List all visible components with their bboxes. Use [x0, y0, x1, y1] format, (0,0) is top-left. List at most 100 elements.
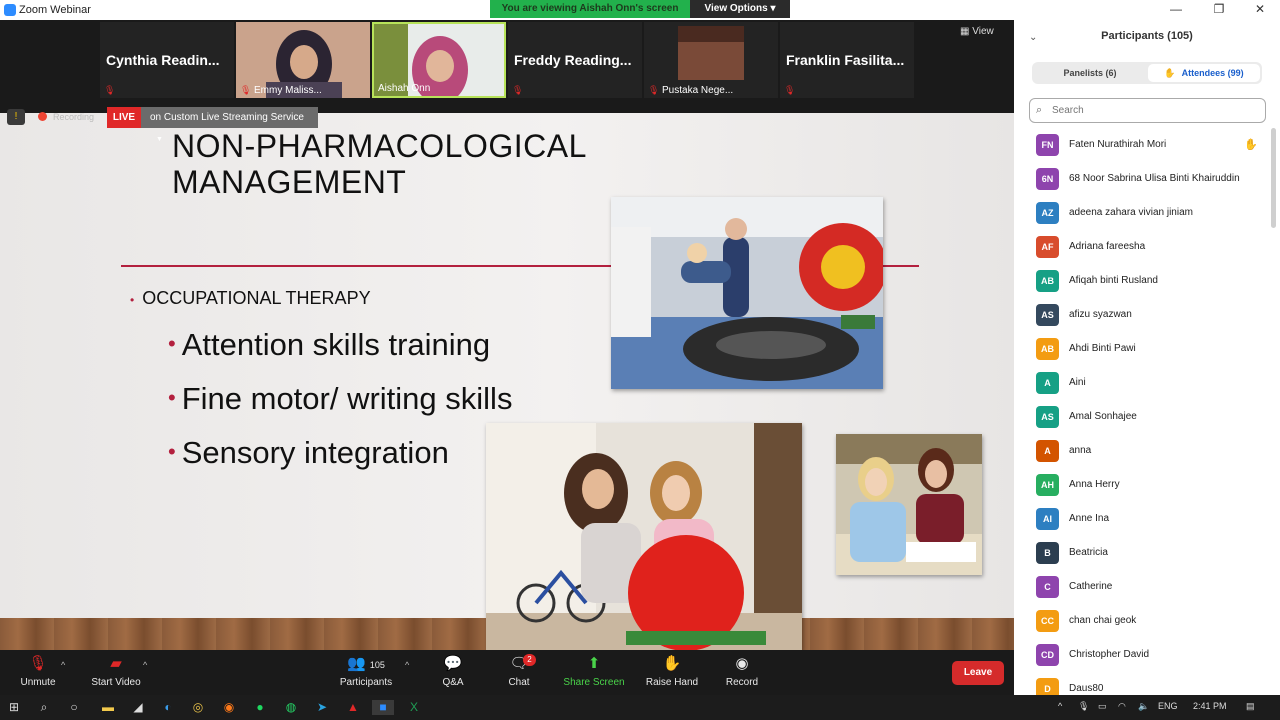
app-icon[interactable]: ◢	[130, 700, 146, 715]
share-screen-button[interactable]: ⬆ Share Screen	[562, 655, 626, 688]
video-tile[interactable]: Franklin Fasilita... 🎙	[780, 22, 914, 98]
qa-button[interactable]: 💬 Q&A	[436, 655, 470, 688]
start-video-label: Start Video	[91, 677, 141, 688]
participant-name: afizu syazwan	[1069, 309, 1132, 320]
participants-panel-title: Participants (105)	[1101, 30, 1193, 42]
participant-row[interactable]: AS afizu syazwan	[1014, 298, 1269, 332]
participant-row[interactable]: AB Afiqah binti Rusland	[1014, 264, 1269, 298]
window-title: Zoom Webinar	[19, 4, 91, 16]
unmute-button[interactable]: 🎙 Unmute	[18, 655, 58, 688]
search-input[interactable]	[1052, 102, 1257, 119]
video-tile[interactable]: Emmy Maliss... 🎙	[236, 22, 370, 98]
participant-row[interactable]: FN Faten Nurathirah Mori ✋	[1014, 128, 1269, 162]
chrome-browser-icon[interactable]: ◎	[190, 700, 206, 715]
therapy-gym-photo	[611, 197, 883, 389]
start-video-button[interactable]: ▰ Start Video	[88, 655, 144, 688]
participant-row[interactable]: AF Adriana fareesha	[1014, 230, 1269, 264]
participant-row[interactable]: AI Anne Ina	[1014, 502, 1269, 536]
audio-options-caret-icon[interactable]: ^	[61, 660, 65, 670]
participant-row[interactable]: A Aini	[1014, 366, 1269, 400]
whatsapp-icon[interactable]: ◍	[283, 700, 299, 715]
avatar: A	[1036, 372, 1059, 394]
excel-icon[interactable]: X	[406, 700, 422, 715]
view-label: View	[972, 26, 994, 37]
language-indicator[interactable]: ENG	[1158, 701, 1178, 711]
participant-name: Amal Sonhajee	[1069, 411, 1137, 422]
participant-name: anna	[1069, 445, 1092, 456]
live-streaming-dropdown[interactable]: on Custom Live Streaming Service ▼	[141, 107, 318, 143]
bullet-icon: •	[168, 331, 176, 356]
raised-hand-icon: ✋	[1244, 139, 1258, 151]
avatar: 6N	[1036, 168, 1059, 190]
recording-bar: ! Recording LIVE on Custom Live Streamin…	[0, 107, 330, 143]
view-button[interactable]: ▦ View	[960, 26, 994, 37]
share-screen-label: Share Screen	[563, 677, 625, 688]
slide-subbullet: • Sensory integration	[168, 435, 449, 471]
chat-unread-badge: 2	[523, 654, 536, 666]
participant-row[interactable]: C Catherine	[1014, 570, 1269, 604]
qa-icon: 💬	[443, 655, 463, 672]
slide-bullet: • OCCUPATIONAL THERAPY	[130, 288, 371, 309]
video-tile-active-speaker[interactable]: Aishah Onn	[372, 22, 506, 98]
acrobat-icon[interactable]: ▲	[345, 700, 361, 715]
zoom-taskbar-icon[interactable]: ■	[372, 700, 394, 715]
video-tile[interactable]: Cynthia Readin... 🎙	[100, 22, 234, 98]
notifications-icon[interactable]: ▤	[1246, 701, 1255, 712]
telegram-icon[interactable]: ➤	[314, 700, 330, 715]
video-tile[interactable]: Freddy Reading... 🎙	[508, 22, 642, 98]
participant-row[interactable]: CC chan chai geok	[1014, 604, 1269, 638]
muted-mic-icon: 🎙	[512, 85, 524, 95]
participant-list-scrollbar[interactable]	[1271, 128, 1276, 228]
record-label: Record	[725, 677, 759, 688]
show-hidden-icons-icon[interactable]: ^	[1058, 701, 1062, 711]
leave-button[interactable]: Leave	[952, 661, 1004, 685]
network-icon[interactable]: ◠	[1118, 701, 1126, 712]
participant-row[interactable]: D Daus80	[1014, 672, 1269, 695]
slide-subbullet: • Fine motor/ writing skills	[168, 381, 512, 417]
view-options-button[interactable]: View Options ▾	[690, 0, 790, 18]
record-button[interactable]: ◉ Record	[722, 655, 762, 688]
participant-row[interactable]: AB Ahdi Binti Pawi	[1014, 332, 1269, 366]
tab-attendees[interactable]: ✋ Attendees (99)	[1148, 64, 1260, 82]
participants-button[interactable]: 👥 105 Participants	[335, 655, 397, 688]
restore-icon[interactable]: ❐	[1209, 2, 1229, 16]
tab-panelists[interactable]: Panelists (6)	[1034, 64, 1146, 82]
participant-row[interactable]: CD Christopher David	[1014, 638, 1269, 672]
close-icon[interactable]: ✕	[1250, 2, 1270, 16]
task-view-icon[interactable]: ○	[66, 700, 82, 715]
warning-icon[interactable]: !	[7, 109, 25, 125]
spotify-icon[interactable]: ●	[252, 700, 268, 715]
windows-start-icon[interactable]: ⊞	[6, 700, 22, 715]
firefox-browser-icon[interactable]: ◉	[221, 700, 237, 715]
participant-list: FN Faten Nurathirah Mori ✋ 6N 68 Noor Sabrin…	[1014, 128, 1269, 695]
participant-row[interactable]: AZ adeena zahara vivian jiniam	[1014, 196, 1269, 230]
participant-row[interactable]: AH Anna Herry	[1014, 468, 1269, 502]
edge-browser-icon[interactable]: ◐	[160, 700, 176, 715]
participant-row[interactable]: 6N 68 Noor Sabrina Ulisa Binti Khairuddin	[1014, 162, 1269, 196]
viewing-banner: You are viewing Aishah Onn's screen	[490, 0, 690, 18]
search-icon[interactable]: ⌕	[36, 700, 52, 715]
participant-search: ⌕	[1029, 98, 1266, 123]
volume-muted-icon[interactable]: 🔈	[1138, 701, 1149, 712]
raise-hand-button[interactable]: ✋ Raise Hand	[644, 655, 700, 688]
file-explorer-icon[interactable]: ▬	[100, 700, 116, 715]
participant-name: Afiqah binti Rusland	[1069, 275, 1158, 286]
raise-hand-icon: ✋	[1164, 68, 1176, 78]
video-strip: Cynthia Readin... 🎙 Emmy Maliss... 🎙 Ais…	[0, 20, 1014, 113]
battery-icon[interactable]: ▭	[1098, 701, 1107, 712]
participant-row[interactable]: Aanna	[1014, 434, 1269, 468]
video-options-caret-icon[interactable]: ^	[143, 660, 147, 670]
qa-label: Q&A	[442, 677, 464, 688]
slide-bullet-text: OCCUPATIONAL THERAPY	[142, 288, 371, 308]
live-badge: LIVE	[107, 107, 141, 128]
search-icon: ⌕	[1036, 104, 1043, 116]
video-tile[interactable]: Pustaka Nege... 🎙	[644, 22, 778, 98]
participant-row[interactable]: B Beatricia	[1014, 536, 1269, 570]
clock[interactable]: 2:41 PM	[1193, 701, 1227, 711]
participant-row[interactable]: AS Amal Sonhajee	[1014, 400, 1269, 434]
microphone-icon[interactable]: 🎙	[1078, 701, 1089, 712]
writing-skills-photo	[836, 434, 982, 575]
minimize-icon[interactable]: —	[1166, 2, 1186, 16]
participants-caret-icon[interactable]: ^	[405, 660, 409, 670]
participants-panel: ⌄ Participants (105) Panelists (6) ✋ Atte…	[1014, 20, 1280, 695]
